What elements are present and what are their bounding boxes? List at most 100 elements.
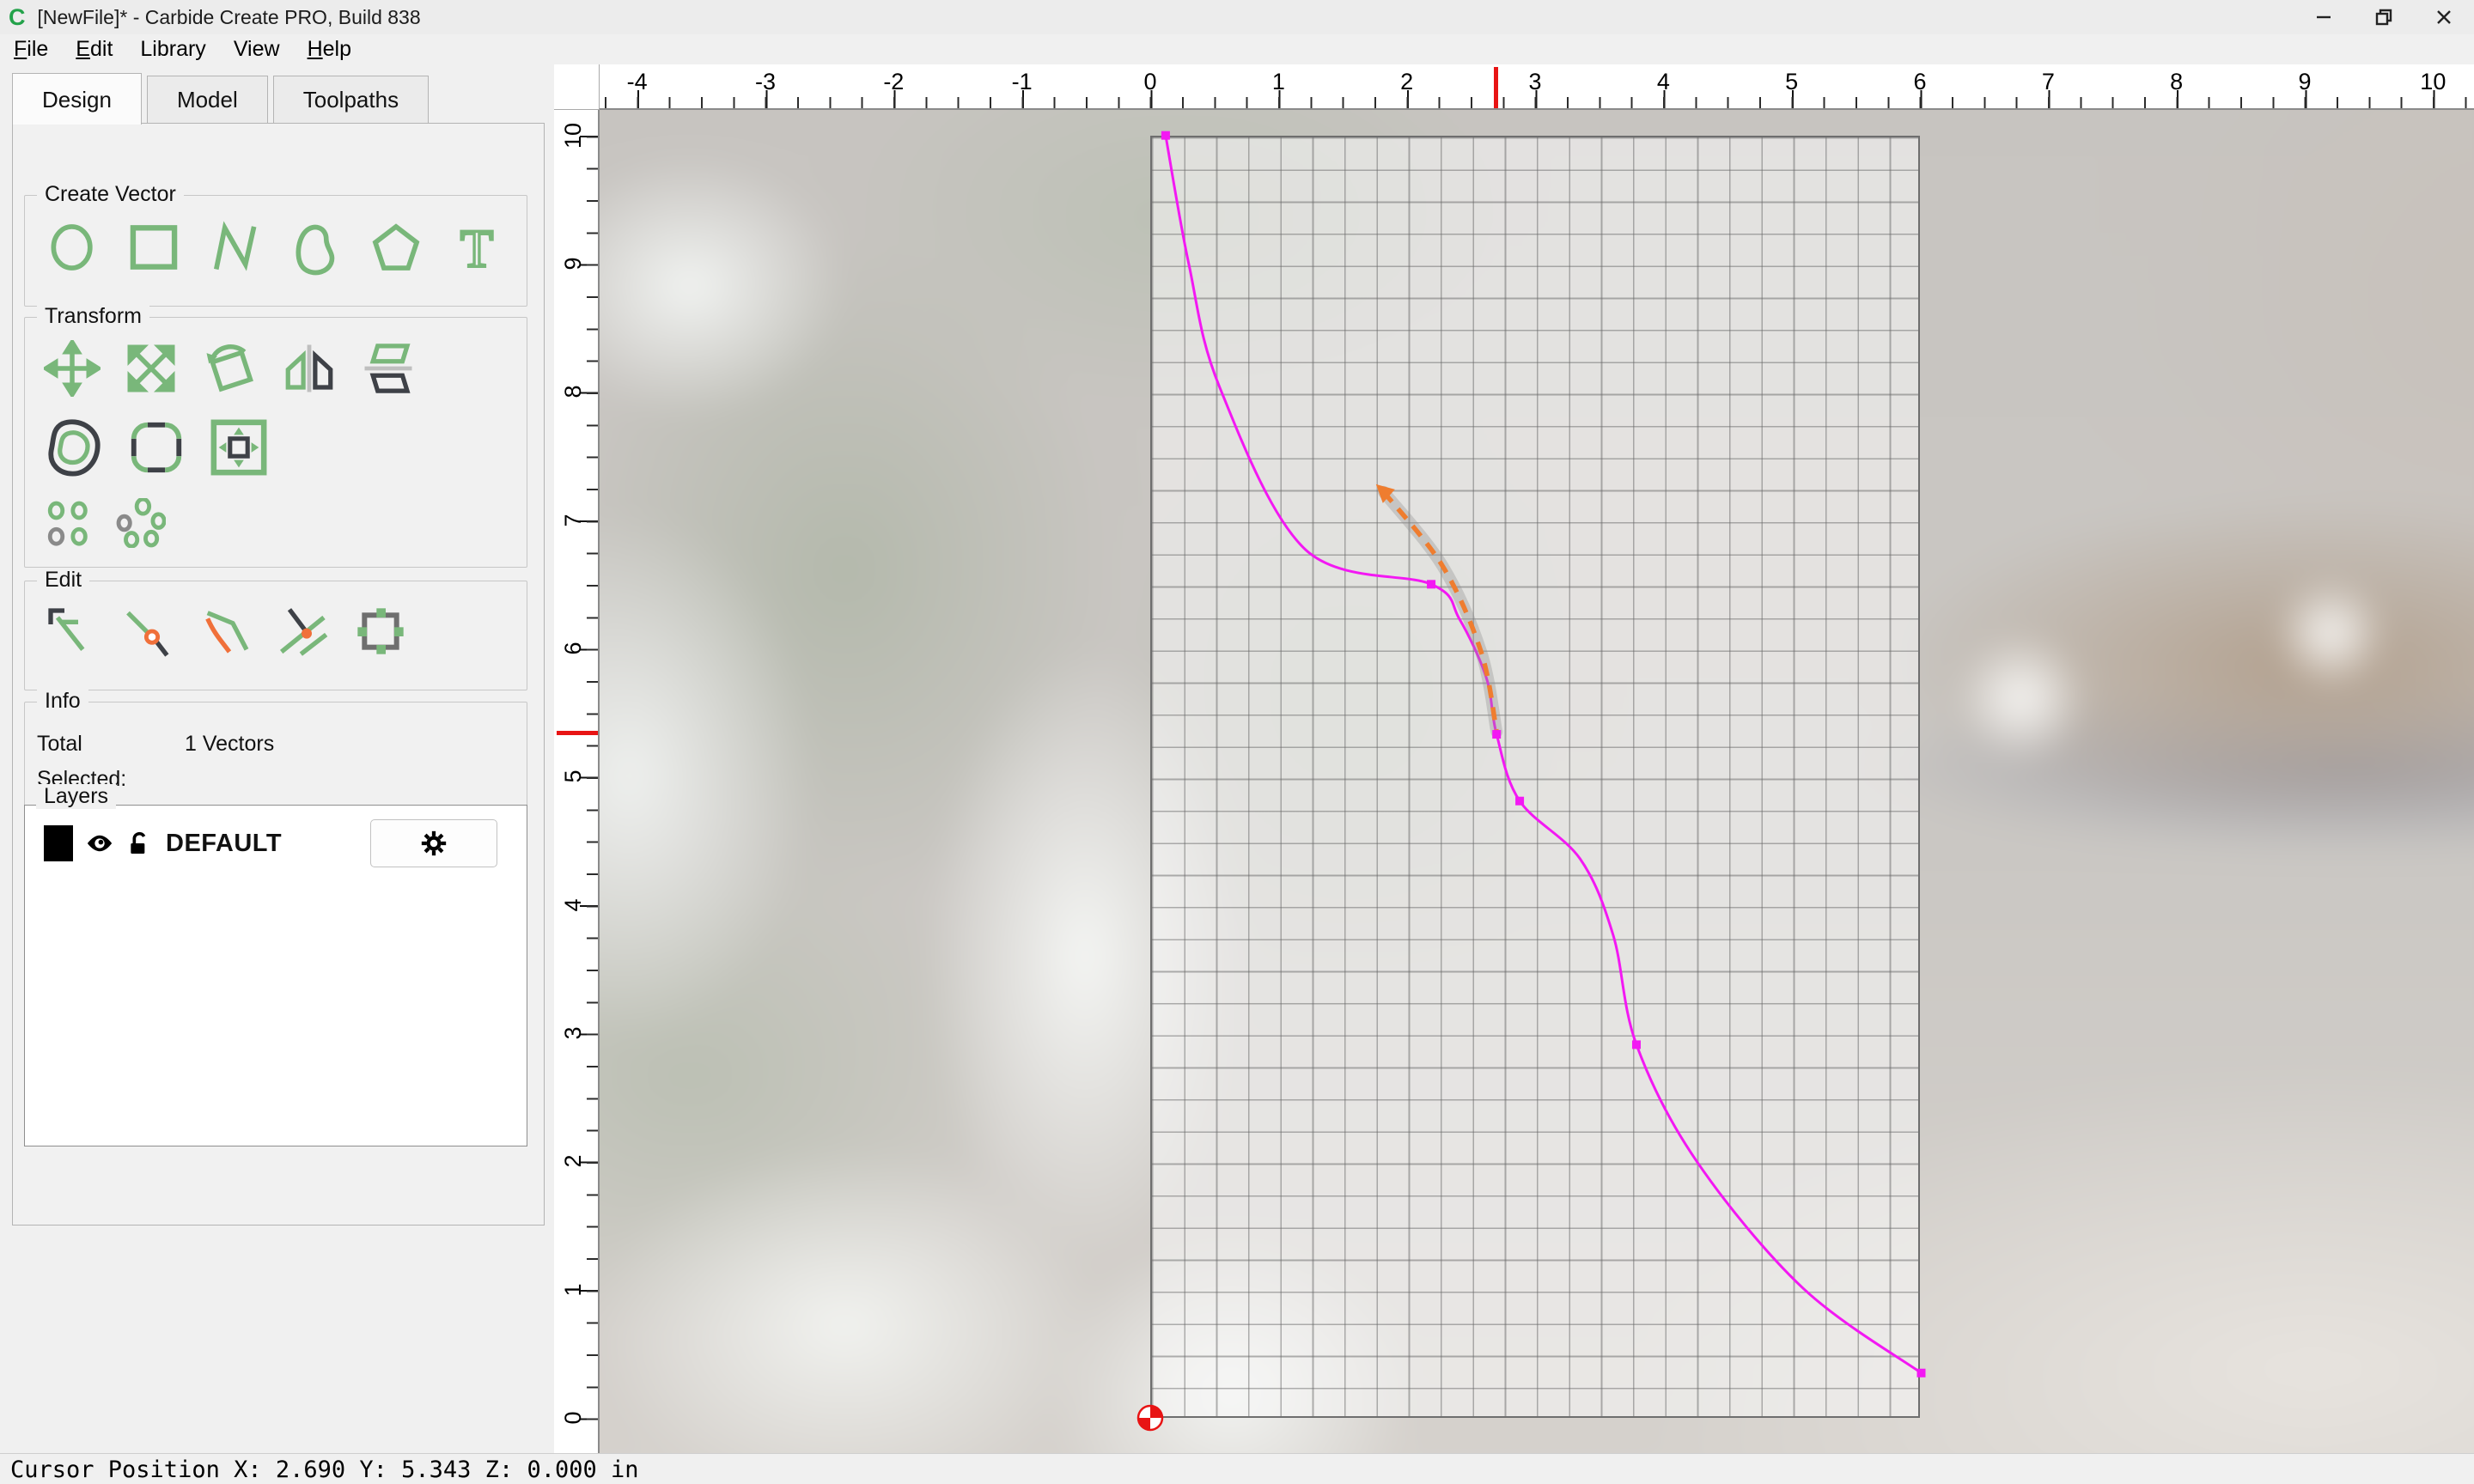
edit-tools (25, 581, 527, 671)
close-button[interactable] (2414, 0, 2474, 34)
circle-icon (44, 218, 102, 277)
ruler-corner (554, 64, 600, 110)
layer-unlock-icon[interactable] (126, 829, 154, 858)
ruler-x-label: 9 (2298, 69, 2311, 95)
transform-tools-row3 (25, 490, 527, 560)
move-icon (44, 340, 101, 397)
tab-toolpaths[interactable]: Toolpaths (273, 76, 429, 125)
rectangle-icon (125, 218, 183, 277)
curve-fit-icon (198, 604, 253, 659)
mirror-horizontal-icon (281, 340, 338, 397)
transform-group: Transform (24, 317, 527, 568)
sidebar: Design Model Toolpaths Create Vector (0, 64, 554, 1453)
mirror-vertical-tool-button[interactable] (360, 340, 417, 397)
scale-icon (123, 340, 180, 397)
transform-tools-row1 (25, 318, 527, 409)
window-controls (2294, 0, 2474, 34)
ruler-x-label: 7 (2042, 69, 2055, 95)
ruler-cursor-y-marker (557, 731, 598, 735)
resize-tool-button[interactable] (353, 604, 408, 659)
layer-name: DEFAULT (166, 830, 358, 858)
minimize-button[interactable] (2294, 0, 2354, 34)
polyline-tool-button[interactable] (205, 218, 264, 277)
canvas-area[interactable]: -4-3-2-1012345678910 012345678910 (554, 64, 2474, 1453)
tab-model[interactable]: Model (147, 76, 268, 125)
ruler-y-label: 6 (554, 629, 592, 667)
info-title: Info (37, 689, 88, 714)
application-window: C [NewFile]* - Carbide Create PRO, Build… (0, 0, 2474, 1484)
ruler-y-label: 4 (554, 886, 592, 924)
create-vector-tools: T (25, 196, 527, 289)
ruler-y-label: 5 (554, 757, 592, 795)
fillet-tool-button[interactable] (126, 417, 186, 477)
shrink-tool-button[interactable] (209, 417, 269, 477)
text-tool-button[interactable]: T (448, 218, 506, 277)
create-vector-group: Create Vector (24, 195, 527, 307)
ruler-y-label: 1 (554, 1271, 592, 1309)
scale-tool-button[interactable] (123, 340, 180, 397)
svg-text:T: T (460, 220, 493, 277)
ruler-x-label: 5 (1785, 69, 1798, 95)
menu-edit[interactable]: Edit (62, 37, 126, 62)
ruler-cursor-x-marker (1494, 67, 1498, 108)
ruler-x-label: -2 (883, 69, 904, 95)
curve-icon (286, 218, 344, 277)
curve-fit-tool-button[interactable] (198, 604, 253, 659)
stock-grid[interactable] (1150, 136, 1920, 1418)
node-select-tool-button[interactable] (44, 604, 99, 659)
menu-file[interactable]: File (0, 37, 62, 62)
menu-view[interactable]: View (220, 37, 294, 62)
tab-strip: Design Model Toolpaths (12, 73, 434, 125)
restore-button[interactable] (2354, 0, 2414, 34)
window-title: [NewFile]* - Carbide Create PRO, Build 8… (38, 6, 421, 29)
menu-library[interactable]: Library (126, 37, 219, 62)
fillet-icon (126, 417, 186, 477)
minimize-icon (2314, 8, 2333, 27)
layer-visibility-eye-icon[interactable] (85, 829, 114, 858)
gear-icon (419, 829, 448, 858)
ruler-y-label: 10 (554, 117, 592, 155)
layers-list: DEFAULT (24, 805, 527, 1146)
move-tool-button[interactable] (44, 340, 101, 397)
ruler-y-label: 2 (554, 1142, 592, 1180)
transform-tools-row2 (25, 409, 527, 490)
ruler-y-label: 3 (554, 1014, 592, 1052)
circle-tool-button[interactable] (44, 218, 102, 277)
curve-tool-button[interactable] (286, 218, 344, 277)
layer-row[interactable]: DEFAULT (25, 806, 527, 867)
text-icon: T (448, 218, 506, 277)
restore-icon (2374, 8, 2393, 27)
tangent-node-tool-button[interactable] (121, 604, 176, 659)
ruler-x-label: -3 (755, 69, 776, 95)
menu-bar: File Edit Library View Help (0, 34, 2474, 65)
info-total-selected-value: 1 Vectors (185, 727, 274, 797)
trim-tool-button[interactable] (276, 604, 331, 659)
ruler-y-label: 7 (554, 502, 592, 539)
polygon-tool-button[interactable] (367, 218, 425, 277)
polygon-icon (367, 218, 425, 277)
edit-group: Edit (24, 581, 527, 690)
mirror-vertical-icon (360, 340, 417, 397)
layer-settings-button[interactable] (370, 819, 497, 867)
ruler-x-label: 6 (1913, 69, 1926, 95)
layer-color-swatch[interactable] (44, 825, 73, 861)
rotate-tool-button[interactable] (202, 340, 259, 397)
mirror-horizontal-tool-button[interactable] (281, 340, 338, 397)
ruler-x-label: 0 (1143, 69, 1156, 95)
transform-title: Transform (37, 304, 149, 329)
ruler-x-label: 10 (2420, 69, 2446, 95)
rectangle-tool-button[interactable] (125, 218, 183, 277)
status-bar: Cursor Position X: 2.690 Y: 5.343 Z: 0.0… (0, 1453, 2474, 1484)
circular-array-icon (116, 498, 166, 548)
resize-icon (353, 604, 408, 659)
circular-array-tool-button[interactable] (116, 498, 166, 548)
trim-icon (276, 604, 331, 659)
menu-help[interactable]: Help (294, 37, 365, 62)
ruler-x-label: 2 (1400, 69, 1413, 95)
ruler-vertical: 012345678910 (554, 110, 600, 1453)
offset-tool-button[interactable] (44, 417, 104, 477)
close-icon (2434, 8, 2453, 27)
tab-design[interactable]: Design (12, 73, 142, 125)
grid-array-tool-button[interactable] (44, 498, 94, 548)
create-vector-title: Create Vector (37, 182, 184, 207)
